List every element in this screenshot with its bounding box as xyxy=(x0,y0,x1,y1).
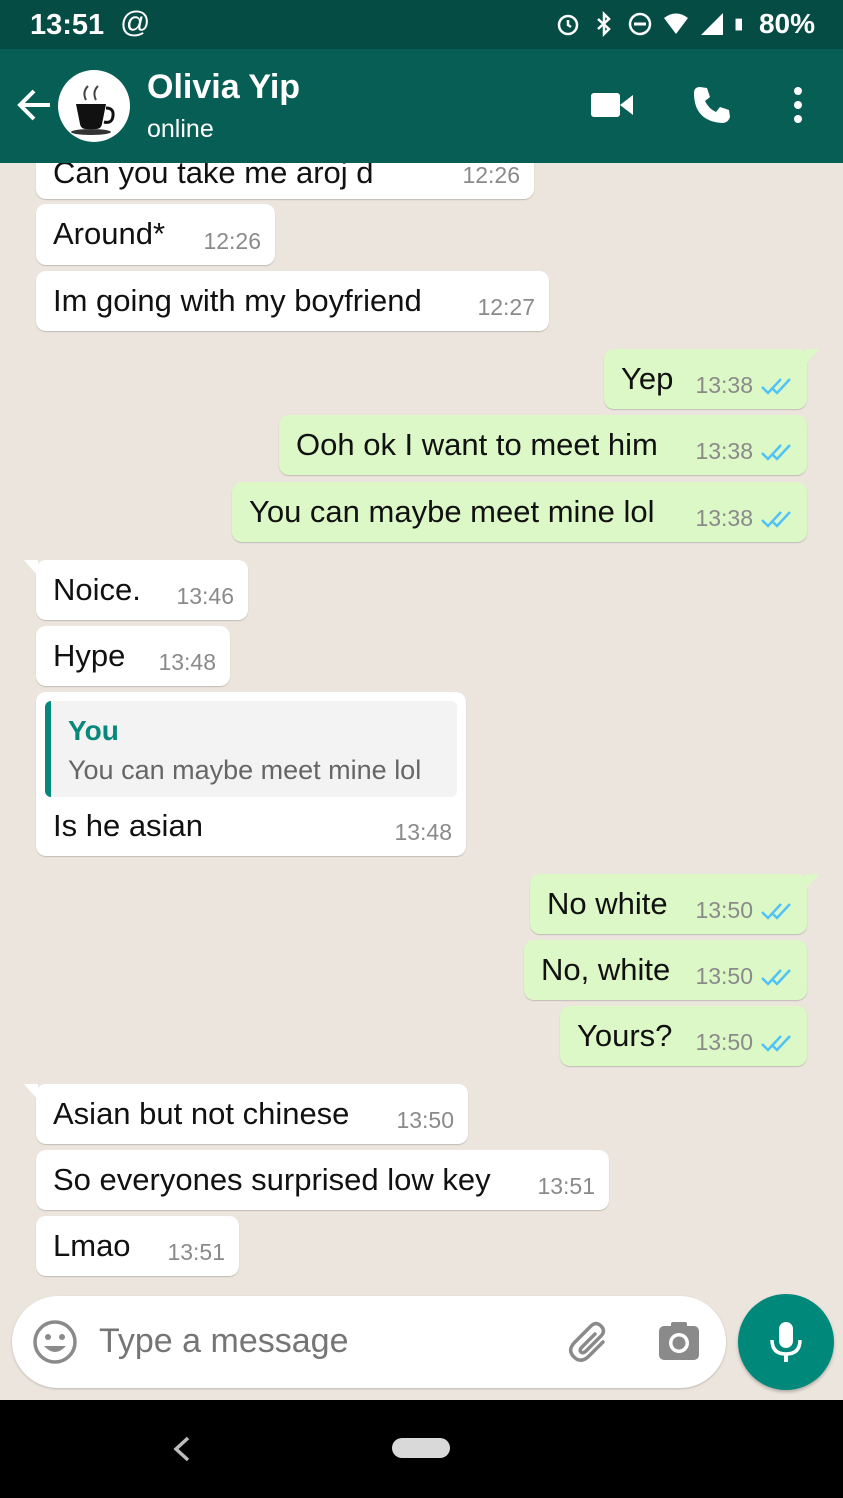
message-bubble[interactable]: Around* 12:26 xyxy=(36,204,275,265)
arrow-left-icon[interactable] xyxy=(14,85,54,125)
message-time: 13:50 xyxy=(695,897,753,923)
coffee-cup-avatar-icon xyxy=(71,85,115,135)
message-text: Noice. xyxy=(53,572,141,607)
message-bubble[interactable]: So everyones surprised low key 13:51 xyxy=(36,1150,609,1210)
at-sign-icon: @ xyxy=(120,6,151,39)
message-text: Yep xyxy=(621,361,674,396)
message-list[interactable]: Can you take me aroj d 12:26 Around* 12:… xyxy=(0,163,843,1293)
double-check-icon xyxy=(761,510,791,528)
message-text: Ooh ok I want to meet him xyxy=(296,427,658,462)
message-bubble[interactable]: Ooh ok I want to meet him 13:38 xyxy=(279,415,807,475)
message-input[interactable] xyxy=(99,1322,529,1361)
double-check-icon xyxy=(761,902,791,920)
phone-icon[interactable] xyxy=(692,85,732,125)
message-bubble[interactable]: Can you take me aroj d 12:26 xyxy=(36,163,534,199)
message-time: 13:38 xyxy=(695,372,753,398)
chat-header: Olivia Yip online xyxy=(0,49,843,163)
message-time: 13:38 xyxy=(695,438,753,464)
message-time: 13:50 xyxy=(695,963,753,989)
contact-name[interactable]: Olivia Yip xyxy=(147,68,300,107)
message-text: Hype xyxy=(53,638,126,673)
reply-message-bubble[interactable]: You You can maybe meet mine lol Is he as… xyxy=(36,692,466,856)
message-text: Can you take me aroj d xyxy=(53,163,374,190)
message-bubble[interactable]: Yours? 13:50 xyxy=(560,1006,807,1066)
message-time: 13:46 xyxy=(176,583,234,609)
message-bubble[interactable]: You can maybe meet mine lol 13:38 xyxy=(232,482,807,542)
battery-icon xyxy=(735,18,742,31)
quoted-author: You xyxy=(68,715,119,746)
system-nav-bar xyxy=(0,1400,843,1498)
contact-status: online xyxy=(147,115,214,143)
video-camera-icon[interactable] xyxy=(590,85,634,125)
microphone-icon xyxy=(770,1322,802,1362)
status-time: 13:51 xyxy=(30,9,105,41)
message-text: No white xyxy=(547,886,668,921)
message-text: You can maybe meet mine lol xyxy=(249,494,655,529)
message-time: 13:50 xyxy=(695,1029,753,1055)
signal-icon xyxy=(700,13,723,35)
more-vert-icon[interactable] xyxy=(790,85,806,125)
message-time: 13:38 xyxy=(695,505,753,531)
emoji-icon[interactable] xyxy=(32,1319,78,1365)
do-not-disturb-icon xyxy=(628,12,652,36)
message-time: 13:51 xyxy=(167,1239,225,1265)
message-time: 12:27 xyxy=(477,294,535,320)
avatar[interactable] xyxy=(58,70,130,142)
message-time: 12:26 xyxy=(203,228,261,254)
message-bubble[interactable]: Asian but not chinese 13:50 xyxy=(24,1084,468,1144)
message-text: Is he asian xyxy=(53,808,203,843)
message-time: 13:51 xyxy=(537,1173,595,1199)
message-bubble[interactable]: Noice. 13:46 xyxy=(24,560,248,620)
message-composer xyxy=(12,1296,726,1388)
double-check-icon xyxy=(761,1034,791,1052)
message-text: No, white xyxy=(541,952,671,987)
double-check-icon xyxy=(761,443,791,461)
message-bubble[interactable]: Lmao 13:51 xyxy=(36,1216,239,1276)
message-bubble[interactable]: Im going with my boyfriend 12:27 xyxy=(36,271,549,331)
quoted-text: You can maybe meet mine lol xyxy=(68,755,422,785)
message-text: Asian but not chinese xyxy=(53,1096,350,1131)
message-bubble[interactable]: Yep 13:38 xyxy=(604,349,819,409)
message-time: 13:48 xyxy=(158,649,216,675)
message-time: 12:26 xyxy=(462,163,520,188)
message-bubble[interactable]: No white 13:50 xyxy=(530,874,819,934)
double-check-icon xyxy=(761,968,791,986)
message-text: Yours? xyxy=(577,1018,673,1053)
battery-percent: 80% xyxy=(758,8,815,39)
alarm-icon xyxy=(557,14,579,36)
double-check-icon xyxy=(761,377,791,395)
nav-back-icon[interactable] xyxy=(170,1434,194,1464)
microphone-button[interactable] xyxy=(738,1294,834,1390)
status-bar: 13:51 @ 80% xyxy=(0,0,843,49)
bluetooth-icon xyxy=(597,11,611,37)
message-text: Around* xyxy=(53,216,166,251)
nav-home-pill[interactable] xyxy=(392,1438,450,1458)
message-text: Lmao xyxy=(53,1228,131,1263)
message-time: 13:48 xyxy=(394,819,452,845)
quoted-message[interactable]: You You can maybe meet mine lol xyxy=(45,701,457,797)
message-text: Im going with my boyfriend xyxy=(53,283,422,318)
wifi-icon xyxy=(663,13,688,34)
message-text: So everyones surprised low key xyxy=(53,1162,491,1197)
message-time: 13:50 xyxy=(396,1107,454,1133)
camera-icon[interactable] xyxy=(657,1320,701,1364)
message-bubble[interactable]: No, white 13:50 xyxy=(524,940,807,1000)
message-bubble[interactable]: Hype 13:48 xyxy=(36,626,230,686)
paperclip-icon[interactable] xyxy=(567,1320,611,1364)
